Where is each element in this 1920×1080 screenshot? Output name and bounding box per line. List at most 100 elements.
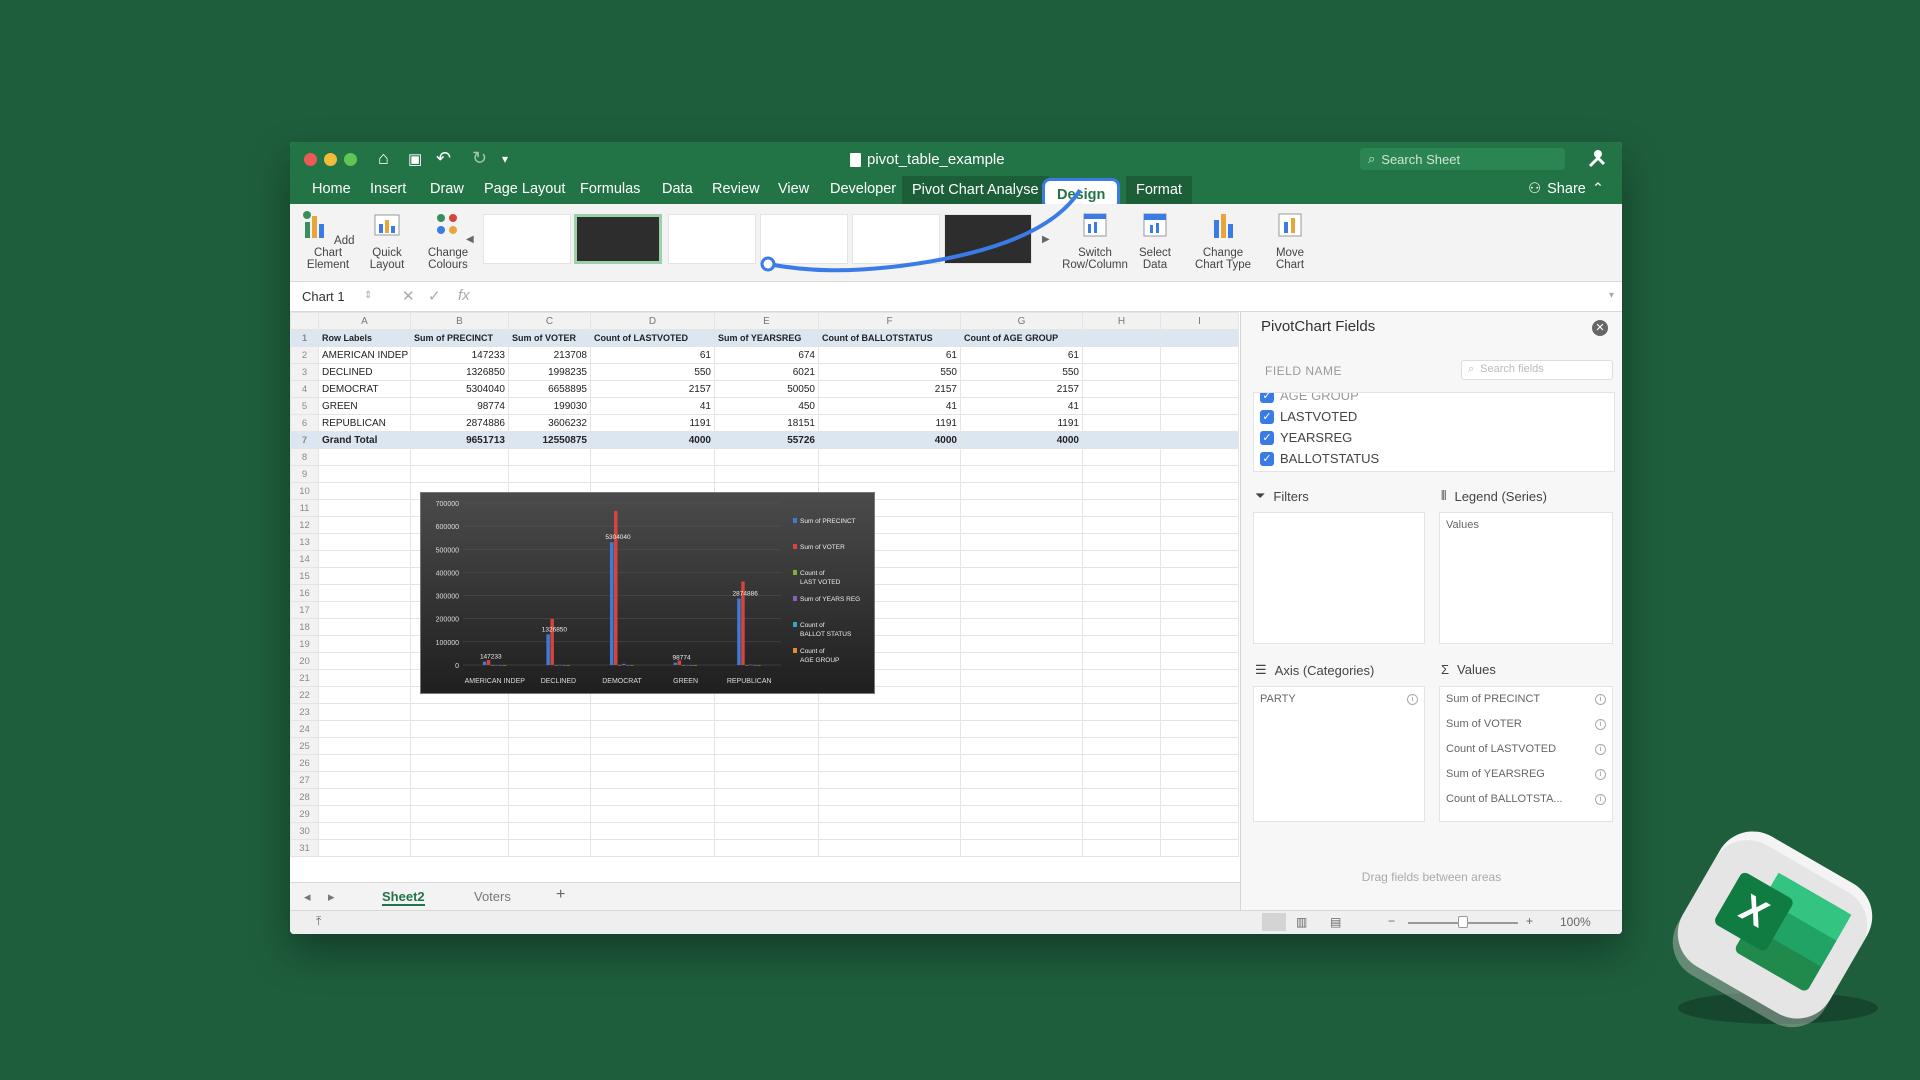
cell[interactable] xyxy=(410,805,509,823)
cell[interactable] xyxy=(318,822,411,840)
cell[interactable] xyxy=(714,788,819,806)
cell[interactable]: 55726 xyxy=(714,431,819,449)
legend-drop-zone[interactable]: Values xyxy=(1439,512,1613,644)
cell[interactable] xyxy=(818,703,961,721)
cell[interactable] xyxy=(590,737,715,755)
cell[interactable] xyxy=(714,720,819,738)
info-icon[interactable]: i xyxy=(1595,719,1606,730)
cell[interactable]: 4000 xyxy=(960,431,1083,449)
cell[interactable]: Sum of PRECINCT xyxy=(410,329,509,347)
cell[interactable] xyxy=(1160,448,1239,466)
cell[interactable]: 5304040 xyxy=(410,380,509,398)
cell[interactable]: 1998235 xyxy=(508,363,591,381)
row-header[interactable]: 13 xyxy=(290,533,319,551)
customize-toolbar-icon[interactable]: ▾ xyxy=(502,152,508,166)
tab-home[interactable]: Home xyxy=(312,181,351,197)
cell[interactable] xyxy=(508,720,591,738)
values-item[interactable]: Count of LASTVOTED i xyxy=(1440,737,1612,762)
info-icon[interactable]: i xyxy=(1407,694,1418,705)
cell[interactable] xyxy=(590,703,715,721)
cell[interactable] xyxy=(714,822,819,840)
cell[interactable] xyxy=(960,448,1083,466)
cell[interactable] xyxy=(1082,771,1161,789)
cell[interactable] xyxy=(818,754,961,772)
cell[interactable] xyxy=(1082,822,1161,840)
cell[interactable] xyxy=(1160,839,1239,857)
cell[interactable] xyxy=(1082,482,1161,500)
cell[interactable] xyxy=(714,771,819,789)
cell[interactable] xyxy=(714,703,819,721)
page-break-view-icon[interactable]: ▤ xyxy=(1330,915,1341,929)
cell[interactable]: 18151 xyxy=(714,414,819,432)
cell[interactable] xyxy=(960,652,1083,670)
zoom-slider-handle[interactable] xyxy=(1458,916,1468,928)
row-header[interactable]: 29 xyxy=(290,805,319,823)
cell[interactable] xyxy=(1160,788,1239,806)
row-header[interactable]: 27 xyxy=(290,771,319,789)
row-header[interactable]: 22 xyxy=(290,686,319,704)
macro-record-icon[interactable]: ⤒ xyxy=(316,914,321,929)
save-icon[interactable]: ▣ xyxy=(408,150,422,168)
cell[interactable] xyxy=(960,788,1083,806)
cell[interactable]: Sum of YEARSREG xyxy=(714,329,819,347)
row-header[interactable]: 18 xyxy=(290,618,319,636)
cell[interactable] xyxy=(318,720,411,738)
values-item[interactable]: Count of BALLOTSTA... i xyxy=(1440,787,1612,812)
row-header[interactable]: 17 xyxy=(290,601,319,619)
sheet-tab-voters[interactable]: Voters xyxy=(474,889,511,904)
cell[interactable] xyxy=(1160,431,1239,449)
cell[interactable] xyxy=(1082,618,1161,636)
cell[interactable] xyxy=(1082,516,1161,534)
cell[interactable]: 213708 xyxy=(508,346,591,364)
column-header[interactable]: D xyxy=(590,312,715,330)
row-header[interactable]: 19 xyxy=(290,635,319,653)
cell[interactable] xyxy=(1160,652,1239,670)
cell[interactable] xyxy=(1082,601,1161,619)
tab-view[interactable]: View xyxy=(778,181,809,197)
cell[interactable] xyxy=(960,601,1083,619)
cell[interactable] xyxy=(1160,346,1239,364)
cell[interactable] xyxy=(318,754,411,772)
tab-developer[interactable]: Developer xyxy=(830,181,896,197)
cell[interactable] xyxy=(1160,754,1239,772)
cell[interactable] xyxy=(818,839,961,857)
cell[interactable] xyxy=(318,448,411,466)
cell[interactable] xyxy=(818,822,961,840)
axis-drop-zone[interactable]: PARTY i xyxy=(1253,686,1425,822)
cell[interactable] xyxy=(1160,703,1239,721)
cell[interactable]: 61 xyxy=(818,346,961,364)
cell[interactable] xyxy=(410,465,509,483)
cell[interactable]: DEMOCRAT xyxy=(318,380,411,398)
name-box-stepper-icon[interactable]: ⇕ xyxy=(364,290,372,301)
minimize-window-button[interactable] xyxy=(324,153,337,166)
cell[interactable] xyxy=(1160,720,1239,738)
add-chart-element-button[interactable]: Add Chart Element xyxy=(298,210,358,271)
cell[interactable] xyxy=(590,448,715,466)
column-header[interactable]: I xyxy=(1160,312,1239,330)
cell[interactable] xyxy=(1082,754,1161,772)
info-icon[interactable]: i xyxy=(1595,769,1606,780)
cell[interactable] xyxy=(818,448,961,466)
row-header[interactable]: 28 xyxy=(290,788,319,806)
search-fields-input[interactable]: ⌕ Search fields xyxy=(1461,360,1613,380)
cell[interactable] xyxy=(410,754,509,772)
cell[interactable] xyxy=(318,618,411,636)
field-item-ballotstatus[interactable]: ✓ BALLOTSTATUS xyxy=(1254,448,1614,469)
cell[interactable] xyxy=(508,737,591,755)
cell[interactable] xyxy=(410,822,509,840)
quick-layout-button[interactable]: Quick Layout xyxy=(362,210,412,271)
cell[interactable] xyxy=(1160,499,1239,517)
select-all-corner[interactable] xyxy=(290,312,319,330)
cell[interactable] xyxy=(318,601,411,619)
cell[interactable]: Count of LASTVOTED xyxy=(590,329,715,347)
checkbox-checked-icon[interactable]: ✓ xyxy=(1260,451,1274,466)
share-button[interactable]: ⚇ Share ⌃ xyxy=(1528,181,1604,197)
cell[interactable] xyxy=(1082,737,1161,755)
chart-style-5[interactable] xyxy=(852,214,940,264)
cell[interactable] xyxy=(318,805,411,823)
cell[interactable]: 1191 xyxy=(590,414,715,432)
cell[interactable] xyxy=(590,754,715,772)
confirm-formula-icon[interactable]: ✓ xyxy=(428,287,441,305)
column-header[interactable]: E xyxy=(714,312,819,330)
tab-format[interactable]: Format xyxy=(1126,176,1192,204)
